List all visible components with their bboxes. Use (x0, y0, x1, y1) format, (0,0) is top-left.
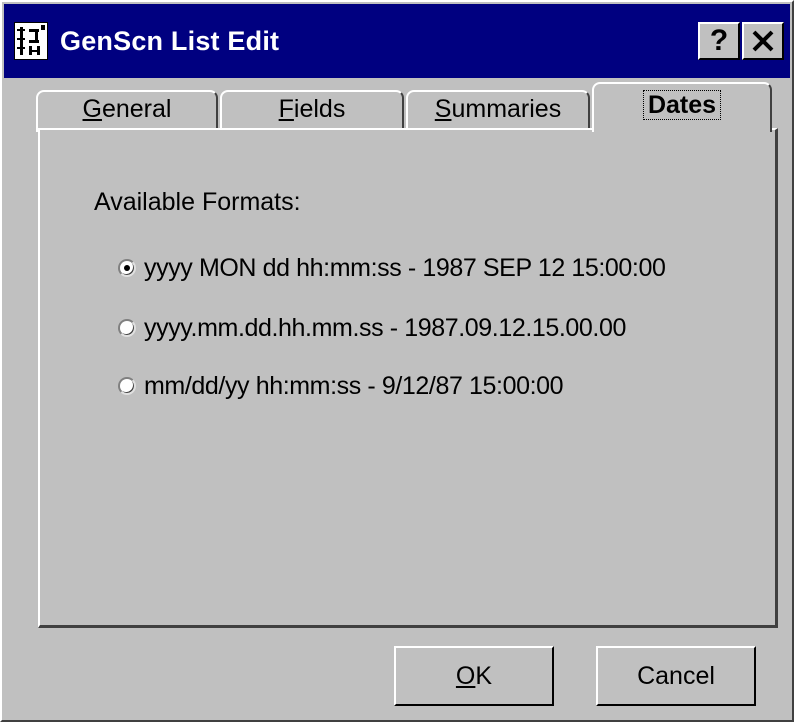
window-title: GenScn List Edit (60, 26, 280, 56)
format-option-2[interactable]: yyyy.mm.dd.hh.mm.ss - 1987.09.12.15.00.0… (118, 312, 626, 344)
tab-general-mnemonic: G (82, 95, 102, 123)
tab-fields-label: ields (293, 95, 346, 123)
tab-dates-join (594, 130, 770, 136)
format-option-1[interactable]: yyyy MON dd hh:mm:ss - 1987 SEP 12 15:00… (118, 252, 666, 284)
ok-button-label: K (475, 662, 493, 690)
format-option-1-label: yyyy MON dd hh:mm:ss - 1987 SEP 12 15:00… (144, 253, 666, 282)
format-option-2-label: yyyy.mm.dd.hh.mm.ss - 1987.09.12.15.00.0… (144, 313, 626, 342)
cancel-button[interactable]: Cancel (596, 646, 756, 706)
tab-summaries-label: ummaries (451, 95, 562, 123)
tab-general-label: eneral (101, 95, 172, 123)
ok-button-mnemonic: O (455, 662, 476, 690)
tab-general[interactable]: General (36, 90, 218, 132)
help-button[interactable]: ? (698, 22, 740, 60)
radio-button[interactable] (118, 319, 136, 337)
available-formats-label: Available Formats: (94, 188, 301, 216)
format-option-3[interactable]: mm/dd/yy hh:mm:ss - 9/12/87 15:00:00 (118, 370, 564, 402)
title-bar[interactable]: GenScn List Edit ? (4, 4, 790, 78)
app-icon (14, 22, 48, 60)
tab-dates[interactable]: Dates (592, 82, 772, 136)
radio-button[interactable] (118, 377, 136, 395)
format-option-3-label: mm/dd/yy hh:mm:ss - 9/12/87 15:00:00 (144, 371, 564, 400)
tab-summaries[interactable]: Summaries (406, 90, 590, 132)
genscn-list-edit-dialog: GenScn List Edit ? General Fields Summar… (0, 0, 794, 722)
radio-button-checked[interactable] (118, 259, 136, 277)
ok-button[interactable]: OK (394, 646, 554, 706)
tab-summaries-mnemonic: S (434, 95, 452, 123)
close-button[interactable] (742, 22, 784, 60)
close-icon (752, 30, 774, 52)
tab-dates-label: Dates (642, 90, 722, 120)
tab-fields-mnemonic: F (278, 95, 294, 123)
tab-fields[interactable]: Fields (220, 90, 404, 132)
